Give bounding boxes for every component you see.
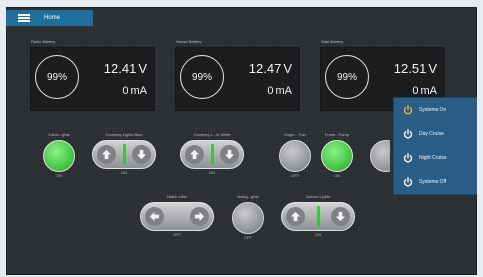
control-label: Saloon Lights	[305, 194, 331, 199]
navigation-lights-toggle[interactable]	[232, 202, 264, 234]
battery-panel: 99% 12.47 V 0 mA	[175, 47, 300, 111]
hidden-toggle[interactable]	[370, 140, 390, 172]
battery-current: 0 mA	[267, 85, 292, 97]
scene-item-day-cruise[interactable]: Day Cruise	[394, 122, 477, 146]
battery-voltage: 12.47 V	[248, 61, 292, 76]
cabin-lights-control: Cabin...ghts ON	[41, 132, 77, 178]
arrow-down-icon[interactable]	[220, 145, 239, 164]
arrow-up-icon[interactable]	[286, 207, 305, 226]
battery-panel: 99% 12.41 V 0 mA	[30, 47, 155, 111]
control-state: ON	[209, 170, 215, 175]
control-state: ON	[56, 173, 62, 178]
control-state: ON	[334, 173, 340, 178]
control-state: ON	[121, 170, 127, 175]
scene-label: Systems Off	[419, 179, 447, 185]
scene-item-systems-on[interactable]: Systems On	[394, 98, 477, 122]
courtesy-lights-white-control: Courtesy L...ts White ON	[180, 132, 244, 175]
control-state: OFF	[173, 232, 181, 237]
top-bar: Home	[6, 10, 93, 26]
control-state: ON	[315, 232, 321, 237]
battery-voltage: 12.41 V	[103, 61, 147, 76]
fresh-pump-control: Fresh...Pump ON	[319, 132, 355, 178]
arrow-up-icon[interactable]	[185, 145, 204, 164]
battery-percent-gauge: 99%	[180, 55, 224, 99]
battery-percent-gauge: 99%	[35, 55, 79, 99]
battery-card-house: House Battery 99% 12.47 V 0 mA	[175, 39, 300, 111]
power-icon	[403, 153, 413, 163]
cabin-lights-toggle[interactable]	[43, 140, 75, 172]
hatch-lifter-switch[interactable]	[140, 202, 214, 231]
control-label: Engin... Fan	[284, 132, 306, 137]
control-label: Hatch Lifter	[166, 194, 188, 199]
engine-fan-control: Engin... Fan OFF	[277, 132, 313, 178]
arrow-up-icon[interactable]	[97, 145, 116, 164]
control-state: OFF	[291, 173, 299, 178]
courtesy-lights-blue-control: Courtesy Lights Blue ON	[92, 132, 156, 175]
power-icon	[403, 129, 413, 139]
arrow-down-icon[interactable]	[132, 145, 151, 164]
status-indicator	[316, 206, 320, 227]
battery-label: Radio Battery	[31, 39, 56, 44]
hatch-lifter-control: Hatch Lifter OFF	[139, 194, 215, 237]
control-label: Courtesy Lights Blue	[105, 132, 143, 137]
courtesy-lights-white-switch[interactable]	[180, 140, 244, 169]
battery-current: 0 mA	[122, 85, 147, 97]
control-label: Courtesy L...ts White	[193, 132, 231, 137]
page-title: Home	[44, 15, 61, 21]
engine-fan-toggle[interactable]	[279, 140, 311, 172]
hamburger-icon[interactable]	[18, 14, 30, 22]
partially-hidden-control	[370, 140, 390, 172]
fresh-pump-toggle[interactable]	[321, 140, 353, 172]
saloon-lights-control: Saloon Lights ON	[280, 194, 356, 237]
battery-label: Start Battery	[321, 39, 344, 44]
battery-label: House Battery	[176, 39, 202, 44]
battery-voltage: 12.51 V	[393, 61, 437, 76]
scene-label: Systems On	[419, 107, 447, 113]
power-icon	[403, 177, 413, 187]
control-label: Navig...ghts	[237, 194, 259, 199]
status-indicator	[122, 144, 126, 165]
navigation-lights-control: Navig...ghts OFF	[230, 194, 266, 240]
power-icon	[403, 105, 413, 115]
scene-item-night-cruise[interactable]: Night Cruise	[394, 146, 477, 170]
status-indicator	[210, 144, 214, 165]
arrow-left-icon[interactable]	[145, 207, 164, 226]
scenes-dropdown: Systems On Day Cruise Night Cruise Syste…	[394, 98, 477, 194]
scene-label: Day Cruise	[419, 131, 444, 137]
battery-percent-gauge: 99%	[325, 55, 369, 99]
control-state: OFF	[244, 235, 252, 240]
courtesy-lights-blue-switch[interactable]	[92, 140, 156, 169]
battery-card-radio: Radio Battery 99% 12.41 V 0 mA	[30, 39, 155, 111]
saloon-lights-switch[interactable]	[281, 202, 355, 231]
app-screen: Home Radio Battery 99% 12.41 V 0 mA House …	[6, 7, 477, 275]
control-label: Cabin...ghts	[48, 132, 70, 137]
arrow-down-icon[interactable]	[331, 207, 350, 226]
arrow-right-icon[interactable]	[190, 207, 209, 226]
scene-item-systems-off[interactable]: Systems Off	[394, 170, 477, 194]
control-label: Fresh...Pump	[324, 132, 349, 137]
scene-label: Night Cruise	[419, 155, 447, 161]
battery-current: 0 mA	[412, 85, 437, 97]
